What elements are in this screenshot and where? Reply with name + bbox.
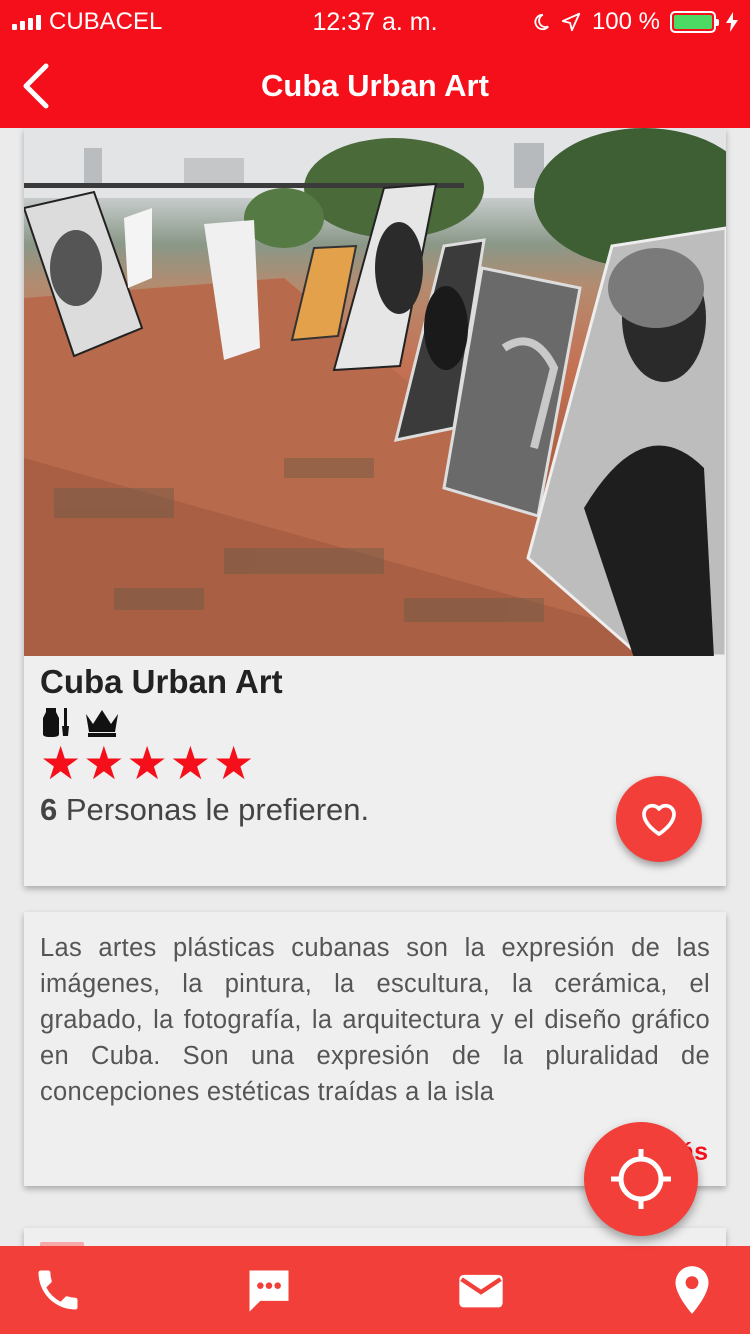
place-photo[interactable] xyxy=(24,128,726,656)
preference-label: Personas le prefieren. xyxy=(57,792,370,827)
star-icon: ★ xyxy=(83,737,125,789)
locate-button[interactable] xyxy=(584,1122,698,1236)
charging-icon xyxy=(726,12,738,32)
map-button[interactable] xyxy=(662,1260,722,1320)
place-card: Cuba Urban Art ★ ★ ★ ★ ★ 6 Personas le p… xyxy=(24,128,726,886)
heart-icon xyxy=(642,803,676,836)
crown-icon xyxy=(86,710,118,737)
star-icon: ★ xyxy=(126,737,168,789)
category-icons xyxy=(42,706,120,738)
chat-button[interactable] xyxy=(239,1260,299,1320)
battery-percent: 100 % xyxy=(591,8,660,35)
carrier-label: CUBACEL xyxy=(49,8,163,35)
phone-icon xyxy=(38,1270,78,1310)
place-photo-illustration xyxy=(24,128,726,656)
chat-icon xyxy=(249,1270,289,1312)
content-scroll[interactable]: Cuba Urban Art ★ ★ ★ ★ ★ 6 Personas le p… xyxy=(0,128,750,1246)
vase-brush-icon xyxy=(43,708,69,737)
app-bar: Cuba Urban Art xyxy=(0,44,750,128)
signal-icon xyxy=(12,14,41,30)
status-right: 100 % xyxy=(532,8,738,36)
location-pin-icon xyxy=(675,1266,709,1314)
favorite-button[interactable] xyxy=(616,776,702,862)
mail-icon xyxy=(458,1274,503,1308)
back-button[interactable] xyxy=(14,60,58,112)
chevron-left-icon xyxy=(23,63,49,109)
star-icon: ★ xyxy=(169,737,211,789)
preference-number: 6 xyxy=(40,792,58,827)
call-button[interactable] xyxy=(28,1260,88,1320)
rating-stars: ★ ★ ★ ★ ★ xyxy=(40,740,254,786)
star-icon: ★ xyxy=(213,737,255,789)
status-left: CUBACEL xyxy=(12,8,162,36)
place-name: Cuba Urban Art xyxy=(40,663,283,700)
mail-button[interactable] xyxy=(451,1260,511,1320)
star-icon: ★ xyxy=(40,737,82,789)
preference-count: 6 Personas le prefieren. xyxy=(40,792,369,828)
status-bar: CUBACEL 12:37 a. m. 100 % xyxy=(0,0,750,44)
location-arrow-icon xyxy=(561,12,581,32)
description-text: Las artes plásticas cubanas son la expre… xyxy=(40,934,710,1106)
page-title: Cuba Urban Art xyxy=(261,68,489,103)
crosshair-icon xyxy=(611,1149,671,1209)
moon-icon xyxy=(534,13,549,31)
bottom-nav xyxy=(0,1246,750,1334)
battery-icon xyxy=(670,11,719,33)
